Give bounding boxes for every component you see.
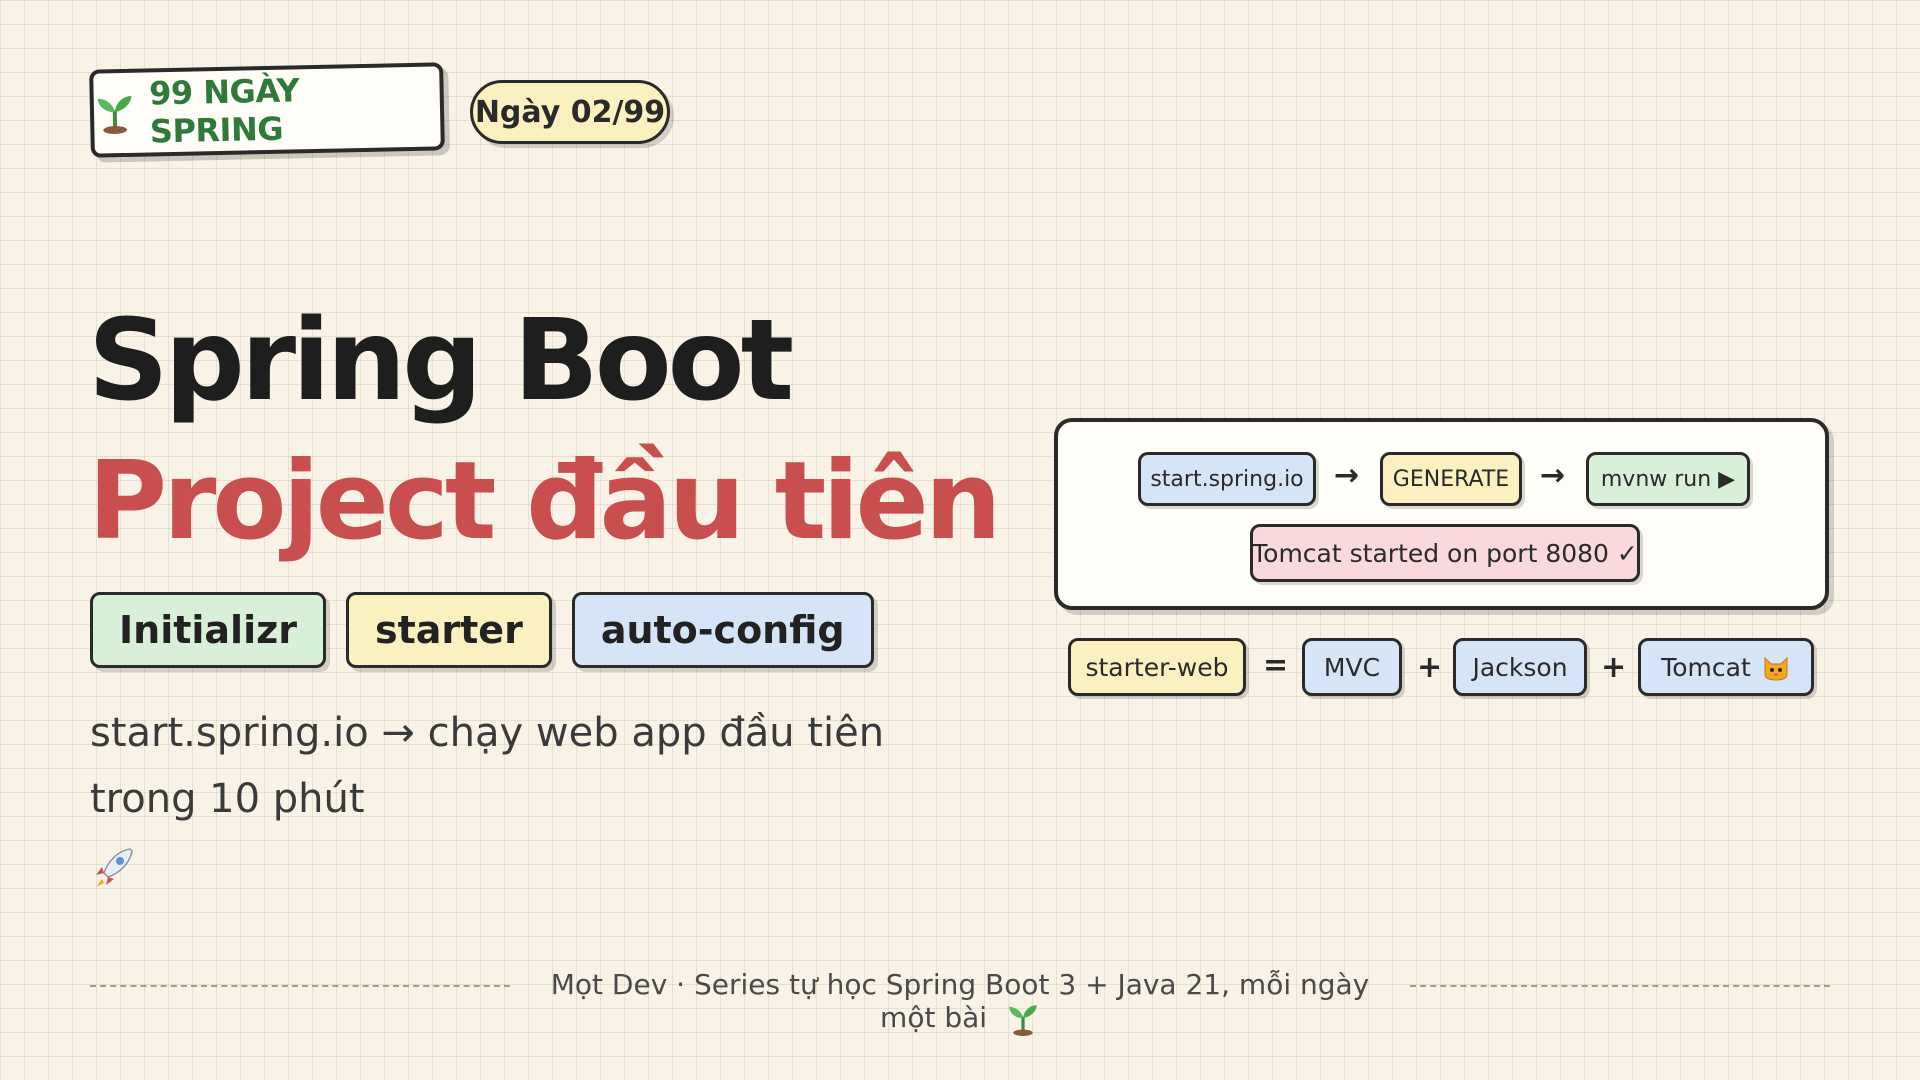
cat-icon	[1764, 656, 1788, 681]
tag-auto-config: auto-config	[571, 592, 874, 668]
eq-plus-2: +	[1601, 650, 1627, 685]
subtitle: start.spring.io → chạy web app đầu tiên …	[90, 700, 990, 898]
flow-step-start-spring-io: start.spring.io	[1138, 452, 1316, 506]
day-label: Ngày 02/99	[474, 94, 666, 130]
eq-mvc: MVC	[1302, 638, 1402, 696]
footer-divider-right	[1410, 985, 1830, 987]
footer-text: Mọt Dev · Series tự học Spring Boot 3 + …	[550, 968, 1370, 1034]
tag-list: Initializr starter auto-config	[90, 592, 874, 668]
eq-plus-1: +	[1417, 650, 1443, 685]
sprout-icon	[97, 96, 132, 134]
day-badge: Ngày 02/99	[470, 80, 670, 144]
tag-initializr: Initializr	[90, 592, 326, 668]
subtitle-text: start.spring.io → chạy web app đầu tiên …	[90, 710, 885, 822]
flow-arrow-1: →	[1334, 458, 1360, 493]
eq-tomcat-label: Tomcat	[1661, 652, 1751, 682]
eq-tomcat: Tomcat	[1638, 638, 1814, 696]
footer-divider-left	[90, 985, 510, 987]
title-line-2: Project đầu tiên	[88, 439, 1002, 564]
footer: Mọt Dev · Series tự học Spring Boot 3 + …	[530, 968, 1390, 1036]
tag-starter: starter	[345, 592, 552, 668]
title-line-1: Spring Boot	[88, 296, 794, 426]
flow-box: start.spring.io → GENERATE → mvnw run ▶ …	[1054, 418, 1829, 610]
flow-step-generate: GENERATE	[1380, 452, 1522, 506]
flow-arrow-2: →	[1540, 458, 1566, 493]
series-badge: 99 NGÀY SPRING	[89, 62, 445, 158]
series-label: 99 NGÀY SPRING	[148, 71, 300, 151]
sprout-icon	[1009, 1005, 1037, 1036]
flow-step-mvnw-run: mvnw run ▶	[1586, 452, 1750, 506]
rocket-icon	[96, 848, 133, 887]
eq-jackson: Jackson	[1453, 638, 1587, 696]
flow-result-tomcat: Tomcat started on port 8080 ✓	[1250, 524, 1640, 582]
eq-equals: =	[1263, 648, 1289, 683]
eq-starter-web: starter-web	[1068, 638, 1246, 696]
